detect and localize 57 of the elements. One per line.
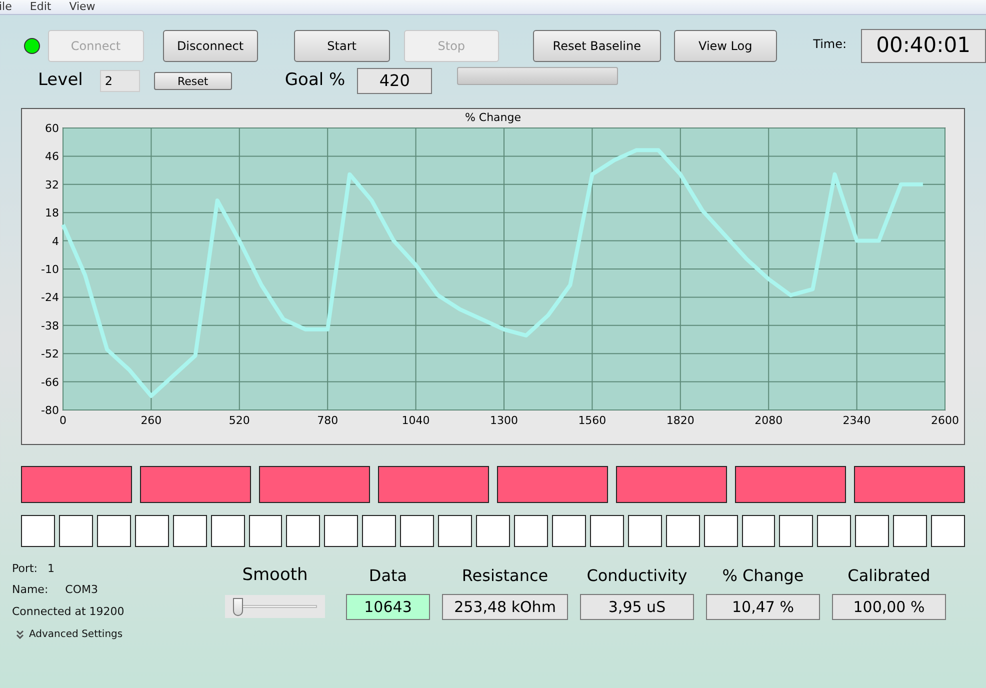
readout-value: 100,00 %: [832, 594, 946, 620]
toolbar-button[interactable]: Reset Baseline: [533, 30, 661, 62]
level-label: Level: [38, 69, 83, 92]
smooth-slider[interactable]: [225, 594, 325, 618]
advanced-settings-toggle[interactable]: Advanced Settings: [16, 623, 212, 645]
port-value: 1: [48, 561, 55, 578]
x-tick-label: 2080: [754, 414, 783, 427]
y-tick-label: 32: [45, 178, 59, 192]
x-tick-label: 780: [317, 414, 338, 427]
menu-item[interactable]: Edit: [30, 0, 52, 16]
x-tick-label: 2600: [931, 414, 959, 427]
y-tick-label: 60: [45, 122, 59, 135]
x-tick-label: 0: [60, 414, 66, 427]
time-label: Time:: [813, 36, 847, 52]
connection-status: Connected at 19200: [12, 604, 124, 620]
readout-label: Calibrated: [848, 565, 930, 587]
y-tick-label: -38: [41, 319, 59, 332]
readout-value: 10643: [346, 594, 430, 620]
reset-button[interactable]: Reset: [154, 72, 232, 90]
x-tick-label: 2340: [842, 414, 871, 427]
x-tick-label: 1300: [490, 414, 518, 427]
name-label: Name:: [12, 582, 48, 598]
readout-label: Resistance: [462, 565, 548, 587]
double-chevron-icon: [16, 630, 24, 638]
y-tick-label: 4: [52, 234, 59, 248]
readout-label: % Change: [722, 565, 804, 587]
y-tick-label: -66: [41, 376, 59, 389]
slider-thumb[interactable]: [233, 598, 244, 616]
goal-label: Goal %: [284, 69, 346, 92]
smooth-label: Smooth: [242, 564, 308, 587]
y-tick-label: -24: [41, 291, 59, 304]
x-tick-label: 1820: [666, 414, 694, 427]
chart-title: % Change: [464, 112, 522, 123]
toolbar-button[interactable]: Disconnect: [162, 30, 258, 62]
toolbar-button[interactable]: Start: [294, 30, 390, 62]
readout-label: Conductivity: [586, 565, 688, 587]
time-display: 00:40:01: [860, 28, 986, 62]
y-tick-label: 18: [45, 206, 59, 220]
toolbar-button[interactable]: View Log: [674, 30, 778, 62]
level-field[interactable]: 2: [100, 70, 140, 92]
readout-value: 10,47 %: [706, 594, 820, 620]
x-tick-label: 1040: [402, 414, 430, 427]
y-tick-label: -52: [41, 348, 59, 361]
x-tick-label: 260: [140, 414, 162, 427]
menu-item[interactable]: View: [69, 0, 96, 16]
goal-field[interactable]: 420: [357, 68, 432, 94]
readout-value: 3,95 uS: [580, 594, 694, 620]
x-tick-label: 520: [228, 414, 250, 427]
y-tick-label: -80: [41, 404, 59, 417]
y-tick-label: 46: [45, 150, 59, 164]
readout-label: Data: [368, 565, 408, 587]
name-value: COM3: [65, 582, 98, 598]
x-tick-label: 1560: [578, 414, 606, 427]
menu-item[interactable]: ile: [0, 0, 12, 16]
y-tick-label: -10: [41, 263, 59, 276]
readout-value: 253,48 kOhm: [442, 594, 568, 620]
port-label: Port:: [12, 561, 38, 578]
